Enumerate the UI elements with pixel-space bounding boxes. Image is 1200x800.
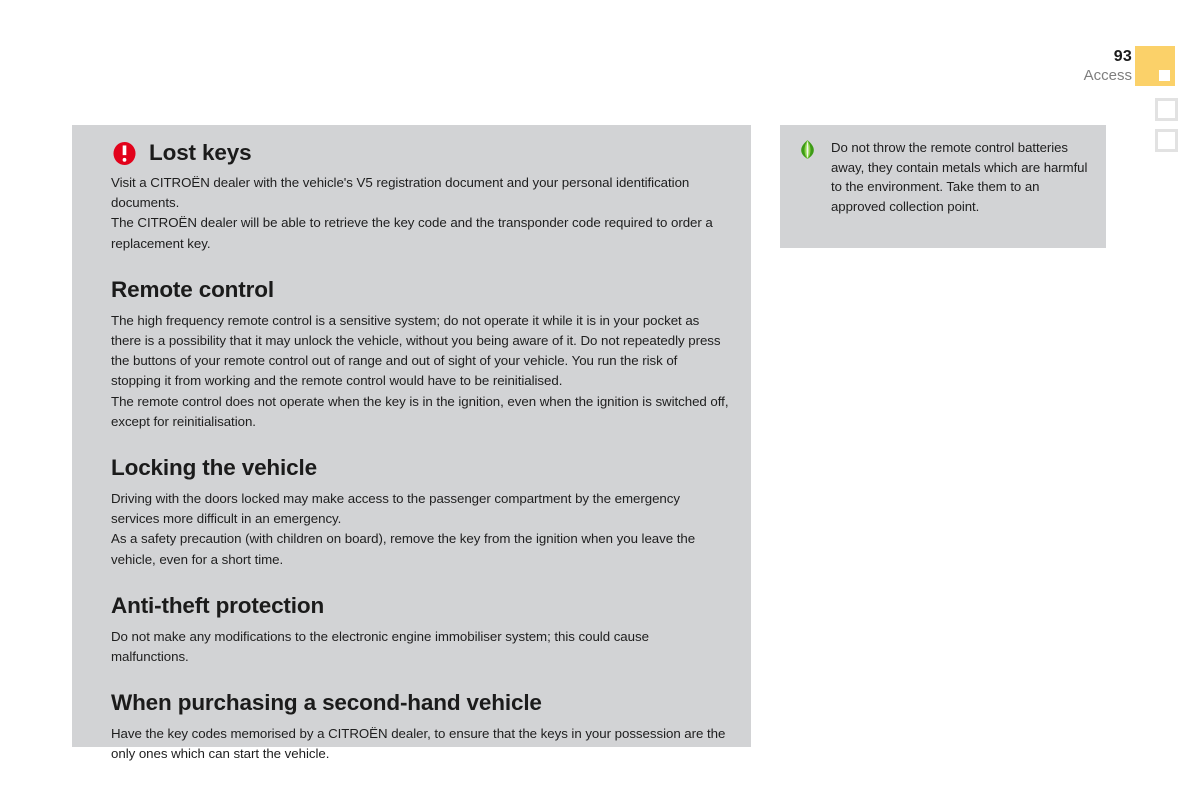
page-header: 93 Access bbox=[1000, 48, 1132, 86]
section-heading: Remote control bbox=[111, 276, 274, 302]
warning-icon bbox=[113, 142, 136, 165]
main-content-panel: Lost keys Visit a CITROËN dealer with th… bbox=[72, 125, 751, 761]
paragraph: The remote control does not operate when… bbox=[111, 393, 729, 429]
section-anti-theft-protection: Anti-theft protection Do not make any mo… bbox=[111, 591, 729, 667]
paragraph: The CITROËN dealer will be able to retri… bbox=[111, 215, 713, 251]
chapter-tab-rail bbox=[1135, 46, 1181, 152]
paragraph: Do not make any modifications to the ele… bbox=[111, 628, 649, 665]
section-remote-control: Remote control The high frequency remote… bbox=[111, 275, 729, 432]
paragraph: Visit a CITROËN dealer with the vehicle'… bbox=[111, 175, 690, 211]
tab-marker-square bbox=[1159, 70, 1170, 81]
environment-note-panel: Do not throw the remote control batterie… bbox=[780, 125, 1106, 248]
page-number: 93 bbox=[1113, 48, 1132, 65]
eco-leaf-icon bbox=[797, 139, 818, 160]
chapter-tab-inactive-1[interactable] bbox=[1155, 98, 1178, 121]
section-heading: When purchasing a second-hand vehicle bbox=[111, 690, 542, 716]
section-heading: Anti-theft protection bbox=[111, 592, 325, 618]
environment-note-text: Do not throw the remote control batterie… bbox=[831, 140, 1088, 214]
paragraph: Driving with the doors locked may make a… bbox=[111, 491, 680, 527]
section-name: Access bbox=[1083, 67, 1132, 84]
chapter-tab-active[interactable] bbox=[1135, 46, 1175, 86]
section-locking-the-vehicle: Locking the vehicle Driving with the doo… bbox=[111, 453, 729, 570]
paragraph: The high frequency remote control is a s… bbox=[111, 312, 721, 389]
section-lost-keys: Lost keys Visit a CITROËN dealer with th… bbox=[111, 138, 729, 254]
chapter-tab-inactive-2[interactable] bbox=[1155, 129, 1178, 152]
paragraph: As a safety precaution (with children on… bbox=[111, 531, 696, 567]
content-blocks: Lost keys Visit a CITROËN dealer with th… bbox=[72, 125, 751, 765]
environment-note-row: Do not throw the remote control batterie… bbox=[797, 138, 1090, 216]
paragraph: Have the key codes memorised by a CITROË… bbox=[111, 726, 726, 762]
section-heading-label: Lost keys bbox=[149, 140, 252, 165]
section-heading: Locking the vehicle bbox=[111, 455, 317, 481]
section-heading: Lost keys bbox=[111, 138, 729, 168]
section-second-hand-vehicle: When purchasing a second-hand vehicle Ha… bbox=[111, 688, 729, 764]
